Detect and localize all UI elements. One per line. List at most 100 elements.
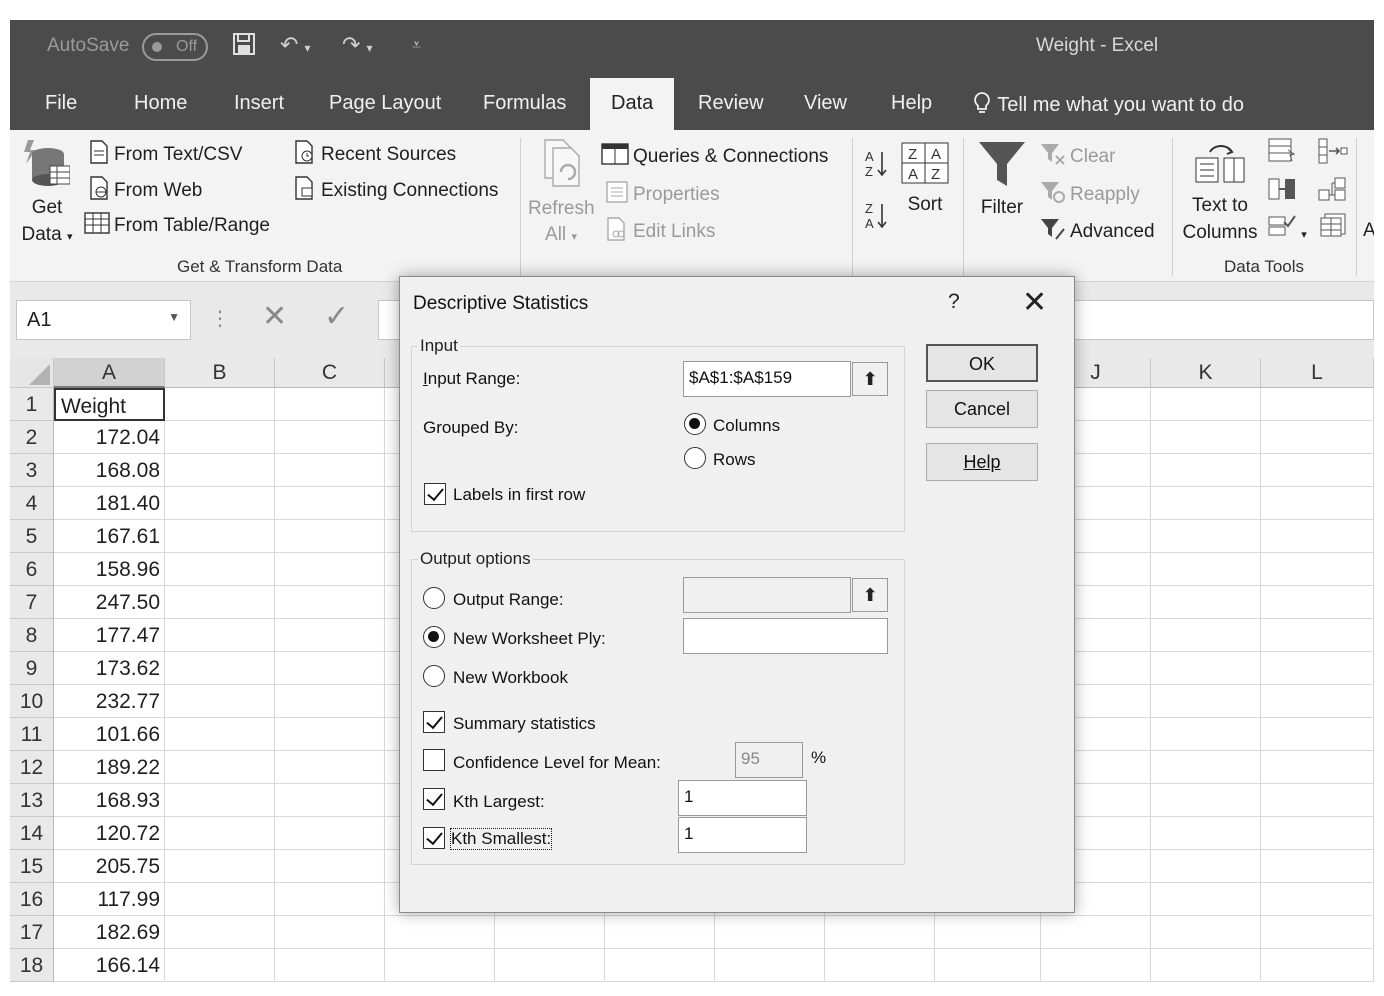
empty-cell[interactable]	[1151, 619, 1261, 652]
empty-cell[interactable]	[495, 916, 605, 949]
summary-statistics-checkbox[interactable]	[423, 711, 445, 733]
labels-first-row-label[interactable]: Labels in first row	[453, 485, 585, 505]
empty-cell[interactable]	[715, 916, 825, 949]
row-header[interactable]: 1	[10, 388, 54, 421]
columns-radio-label[interactable]: Columns	[713, 416, 780, 436]
row-header[interactable]: 11	[10, 718, 54, 751]
new-worksheet-ply-field[interactable]	[683, 618, 888, 654]
kth-largest-label[interactable]: Kth Largest:	[453, 792, 545, 812]
data-cell[interactable]: 120.72	[54, 817, 165, 850]
columns-radio[interactable]	[684, 413, 706, 435]
empty-cell[interactable]	[165, 685, 275, 718]
autosave-toggle[interactable]: Off	[142, 33, 208, 61]
empty-cell[interactable]	[1151, 751, 1261, 784]
row-header[interactable]: 8	[10, 619, 54, 652]
data-cell[interactable]: 168.93	[54, 784, 165, 817]
data-validation-button[interactable]: ▾	[1268, 212, 1307, 244]
rows-radio[interactable]	[684, 447, 706, 469]
data-cell[interactable]: 232.77	[54, 685, 165, 718]
row-header[interactable]: 18	[10, 949, 54, 982]
tab-view[interactable]: View	[804, 92, 847, 115]
empty-cell[interactable]	[275, 817, 385, 850]
from-table-range-button[interactable]: From Table/Range	[84, 211, 270, 241]
empty-cell[interactable]	[275, 685, 385, 718]
empty-cell[interactable]	[275, 421, 385, 454]
empty-cell[interactable]	[1151, 421, 1261, 454]
empty-cell[interactable]	[1261, 652, 1374, 685]
empty-cell[interactable]	[275, 883, 385, 916]
row-header[interactable]: 15	[10, 850, 54, 883]
empty-cell[interactable]	[1151, 850, 1261, 883]
data-cell[interactable]: 177.47	[54, 619, 165, 652]
sort-ascending-button[interactable]: AZ	[864, 148, 888, 186]
confidence-level-label[interactable]: Confidence Level for Mean:	[453, 753, 661, 773]
empty-cell[interactable]	[1261, 685, 1374, 718]
empty-cell[interactable]	[1151, 388, 1261, 421]
empty-cell[interactable]	[165, 916, 275, 949]
recent-sources-button[interactable]: Recent Sources	[293, 140, 456, 170]
tab-data[interactable]: Data	[590, 78, 675, 130]
empty-cell[interactable]	[275, 520, 385, 553]
data-cell[interactable]: 181.40	[54, 487, 165, 520]
empty-cell[interactable]	[1151, 454, 1261, 487]
empty-cell[interactable]	[1261, 553, 1374, 586]
empty-cell[interactable]	[165, 487, 275, 520]
empty-cell[interactable]	[1151, 916, 1261, 949]
data-cell[interactable]: 168.08	[54, 454, 165, 487]
get-data-button[interactable]: Get Data ▾	[18, 138, 76, 251]
empty-cell[interactable]	[1151, 784, 1261, 817]
text-to-columns-button[interactable]: Text to Columns	[1178, 140, 1262, 246]
empty-cell[interactable]	[1041, 916, 1151, 949]
ribbon-overflow-label[interactable]: A	[1363, 220, 1374, 242]
empty-cell[interactable]	[275, 619, 385, 652]
customize-toolbar-icon[interactable]: ⩡	[412, 37, 421, 55]
empty-cell[interactable]	[385, 949, 495, 982]
empty-cell[interactable]	[935, 949, 1041, 982]
save-icon[interactable]	[232, 32, 256, 62]
help-button[interactable]: Help	[926, 443, 1038, 481]
empty-cell[interactable]	[165, 751, 275, 784]
new-worksheet-ply-label[interactable]: New Worksheet Ply:	[453, 629, 606, 649]
cancel-entry-icon[interactable]: ✕	[262, 299, 287, 334]
row-header[interactable]: 10	[10, 685, 54, 718]
data-cell[interactable]: 101.66	[54, 718, 165, 751]
empty-cell[interactable]	[275, 586, 385, 619]
data-cell[interactable]: 172.04	[54, 421, 165, 454]
row-header[interactable]: 17	[10, 916, 54, 949]
queries-connections-button[interactable]: Queries & Connections	[601, 142, 828, 172]
empty-cell[interactable]	[825, 916, 935, 949]
tab-formulas[interactable]: Formulas	[483, 92, 566, 115]
data-cell[interactable]: 182.69	[54, 916, 165, 949]
empty-cell[interactable]	[165, 586, 275, 619]
data-cell[interactable]: 158.96	[54, 553, 165, 586]
reapply-button[interactable]: Reapply	[1040, 180, 1140, 210]
row-header[interactable]: 2	[10, 421, 54, 454]
tab-file[interactable]: File	[45, 92, 77, 115]
clear-button[interactable]: Clear	[1040, 142, 1115, 172]
empty-cell[interactable]	[275, 487, 385, 520]
relationships-button[interactable]	[1318, 176, 1348, 208]
refresh-all-button[interactable]: Refresh All ▾	[528, 138, 595, 250]
empty-cell[interactable]	[275, 916, 385, 949]
data-cell[interactable]: 167.61	[54, 520, 165, 553]
empty-cell[interactable]	[275, 652, 385, 685]
empty-cell[interactable]	[385, 916, 495, 949]
edit-links-button[interactable]: Edit Links	[605, 217, 715, 247]
empty-cell[interactable]	[1261, 718, 1374, 751]
remove-duplicates-button[interactable]	[1268, 176, 1296, 208]
empty-cell[interactable]	[1261, 487, 1374, 520]
empty-cell[interactable]	[495, 949, 605, 982]
output-range-radio[interactable]	[423, 587, 445, 609]
empty-cell[interactable]	[165, 883, 275, 916]
row-header[interactable]: 12	[10, 751, 54, 784]
chevron-down-icon[interactable]: ▼	[168, 310, 180, 324]
collapse-dialog-icon[interactable]: ⬆	[852, 578, 888, 612]
kth-smallest-checkbox[interactable]	[423, 827, 445, 849]
tab-insert[interactable]: Insert	[234, 92, 284, 115]
help-icon[interactable]: ?	[948, 290, 960, 314]
empty-cell[interactable]	[165, 388, 275, 421]
existing-connections-button[interactable]: Existing Connections	[293, 176, 498, 206]
tell-me-search[interactable]: Tell me what you want to do	[972, 91, 1244, 117]
from-web-button[interactable]: From Web	[88, 176, 202, 206]
empty-cell[interactable]	[275, 751, 385, 784]
